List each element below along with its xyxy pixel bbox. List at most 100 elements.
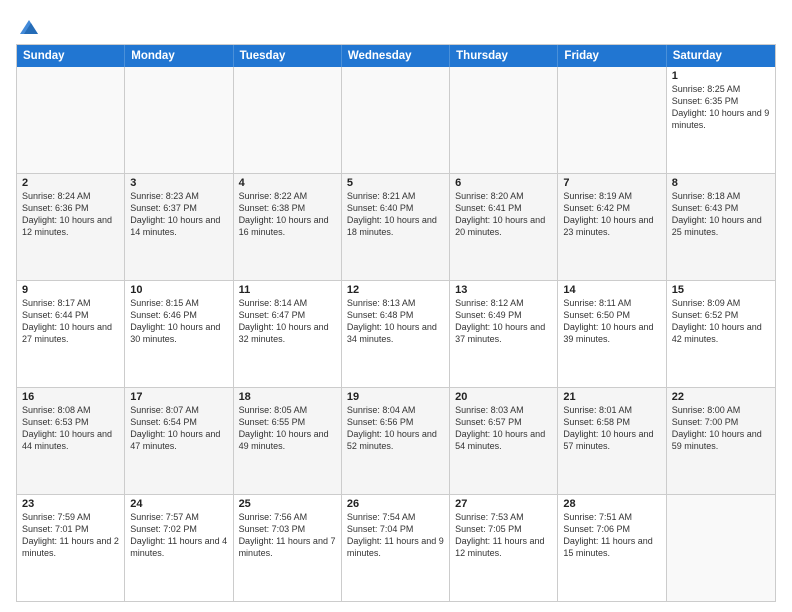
cal-cell-3-5: 21Sunrise: 8:01 AM Sunset: 6:58 PM Dayli…	[558, 388, 666, 494]
day-number: 24	[130, 498, 227, 510]
logo	[16, 16, 40, 38]
day-number: 2	[22, 177, 119, 189]
cell-info: Sunrise: 8:08 AM Sunset: 6:53 PM Dayligh…	[22, 404, 119, 453]
cell-info: Sunrise: 8:20 AM Sunset: 6:41 PM Dayligh…	[455, 190, 552, 239]
cal-cell-3-6: 22Sunrise: 8:00 AM Sunset: 7:00 PM Dayli…	[667, 388, 775, 494]
calendar-row-1: 2Sunrise: 8:24 AM Sunset: 6:36 PM Daylig…	[17, 173, 775, 280]
cal-cell-1-5: 7Sunrise: 8:19 AM Sunset: 6:42 PM Daylig…	[558, 174, 666, 280]
cell-info: Sunrise: 7:54 AM Sunset: 7:04 PM Dayligh…	[347, 511, 444, 560]
cal-cell-3-0: 16Sunrise: 8:08 AM Sunset: 6:53 PM Dayli…	[17, 388, 125, 494]
cell-info: Sunrise: 8:01 AM Sunset: 6:58 PM Dayligh…	[563, 404, 660, 453]
cal-cell-0-2	[234, 67, 342, 173]
cell-info: Sunrise: 8:12 AM Sunset: 6:49 PM Dayligh…	[455, 297, 552, 346]
day-number: 9	[22, 284, 119, 296]
day-number: 16	[22, 391, 119, 403]
cell-info: Sunrise: 8:18 AM Sunset: 6:43 PM Dayligh…	[672, 190, 770, 239]
cell-info: Sunrise: 8:21 AM Sunset: 6:40 PM Dayligh…	[347, 190, 444, 239]
cell-info: Sunrise: 8:09 AM Sunset: 6:52 PM Dayligh…	[672, 297, 770, 346]
cal-cell-2-4: 13Sunrise: 8:12 AM Sunset: 6:49 PM Dayli…	[450, 281, 558, 387]
day-number: 21	[563, 391, 660, 403]
cell-info: Sunrise: 7:51 AM Sunset: 7:06 PM Dayligh…	[563, 511, 660, 560]
cell-info: Sunrise: 8:14 AM Sunset: 6:47 PM Dayligh…	[239, 297, 336, 346]
cal-cell-3-1: 17Sunrise: 8:07 AM Sunset: 6:54 PM Dayli…	[125, 388, 233, 494]
cell-info: Sunrise: 8:19 AM Sunset: 6:42 PM Dayligh…	[563, 190, 660, 239]
cell-info: Sunrise: 8:04 AM Sunset: 6:56 PM Dayligh…	[347, 404, 444, 453]
cal-cell-2-0: 9Sunrise: 8:17 AM Sunset: 6:44 PM Daylig…	[17, 281, 125, 387]
cal-cell-4-3: 26Sunrise: 7:54 AM Sunset: 7:04 PM Dayli…	[342, 495, 450, 601]
cell-info: Sunrise: 8:17 AM Sunset: 6:44 PM Dayligh…	[22, 297, 119, 346]
day-number: 10	[130, 284, 227, 296]
cal-cell-0-6: 1Sunrise: 8:25 AM Sunset: 6:35 PM Daylig…	[667, 67, 775, 173]
cal-cell-4-4: 27Sunrise: 7:53 AM Sunset: 7:05 PM Dayli…	[450, 495, 558, 601]
cal-cell-4-5: 28Sunrise: 7:51 AM Sunset: 7:06 PM Dayli…	[558, 495, 666, 601]
day-number: 22	[672, 391, 770, 403]
cell-info: Sunrise: 8:23 AM Sunset: 6:37 PM Dayligh…	[130, 190, 227, 239]
cell-info: Sunrise: 7:59 AM Sunset: 7:01 PM Dayligh…	[22, 511, 119, 560]
day-number: 27	[455, 498, 552, 510]
day-number: 7	[563, 177, 660, 189]
cell-info: Sunrise: 8:03 AM Sunset: 6:57 PM Dayligh…	[455, 404, 552, 453]
cal-cell-3-2: 18Sunrise: 8:05 AM Sunset: 6:55 PM Dayli…	[234, 388, 342, 494]
header-day-friday: Friday	[558, 45, 666, 67]
cell-info: Sunrise: 8:13 AM Sunset: 6:48 PM Dayligh…	[347, 297, 444, 346]
day-number: 25	[239, 498, 336, 510]
day-number: 13	[455, 284, 552, 296]
header	[16, 12, 776, 38]
day-number: 18	[239, 391, 336, 403]
cal-cell-1-6: 8Sunrise: 8:18 AM Sunset: 6:43 PM Daylig…	[667, 174, 775, 280]
cal-cell-1-3: 5Sunrise: 8:21 AM Sunset: 6:40 PM Daylig…	[342, 174, 450, 280]
day-number: 20	[455, 391, 552, 403]
cal-cell-2-1: 10Sunrise: 8:15 AM Sunset: 6:46 PM Dayli…	[125, 281, 233, 387]
cell-info: Sunrise: 8:15 AM Sunset: 6:46 PM Dayligh…	[130, 297, 227, 346]
cell-info: Sunrise: 8:25 AM Sunset: 6:35 PM Dayligh…	[672, 83, 770, 132]
day-number: 23	[22, 498, 119, 510]
day-number: 14	[563, 284, 660, 296]
cal-cell-0-3	[342, 67, 450, 173]
header-day-thursday: Thursday	[450, 45, 558, 67]
cal-cell-0-5	[558, 67, 666, 173]
header-day-wednesday: Wednesday	[342, 45, 450, 67]
cal-cell-4-2: 25Sunrise: 7:56 AM Sunset: 7:03 PM Dayli…	[234, 495, 342, 601]
day-number: 28	[563, 498, 660, 510]
cal-cell-0-4	[450, 67, 558, 173]
calendar: SundayMondayTuesdayWednesdayThursdayFrid…	[16, 44, 776, 602]
cell-info: Sunrise: 7:56 AM Sunset: 7:03 PM Dayligh…	[239, 511, 336, 560]
cal-cell-2-3: 12Sunrise: 8:13 AM Sunset: 6:48 PM Dayli…	[342, 281, 450, 387]
cal-cell-4-1: 24Sunrise: 7:57 AM Sunset: 7:02 PM Dayli…	[125, 495, 233, 601]
cal-cell-1-0: 2Sunrise: 8:24 AM Sunset: 6:36 PM Daylig…	[17, 174, 125, 280]
logo-icon	[18, 16, 40, 38]
cal-cell-0-1	[125, 67, 233, 173]
day-number: 5	[347, 177, 444, 189]
calendar-header: SundayMondayTuesdayWednesdayThursdayFrid…	[17, 45, 775, 67]
cal-cell-4-0: 23Sunrise: 7:59 AM Sunset: 7:01 PM Dayli…	[17, 495, 125, 601]
calendar-body: 1Sunrise: 8:25 AM Sunset: 6:35 PM Daylig…	[17, 67, 775, 601]
header-day-monday: Monday	[125, 45, 233, 67]
cal-cell-3-4: 20Sunrise: 8:03 AM Sunset: 6:57 PM Dayli…	[450, 388, 558, 494]
cell-info: Sunrise: 8:05 AM Sunset: 6:55 PM Dayligh…	[239, 404, 336, 453]
day-number: 11	[239, 284, 336, 296]
cell-info: Sunrise: 8:11 AM Sunset: 6:50 PM Dayligh…	[563, 297, 660, 346]
day-number: 17	[130, 391, 227, 403]
cal-cell-1-1: 3Sunrise: 8:23 AM Sunset: 6:37 PM Daylig…	[125, 174, 233, 280]
cell-info: Sunrise: 7:53 AM Sunset: 7:05 PM Dayligh…	[455, 511, 552, 560]
day-number: 4	[239, 177, 336, 189]
cal-cell-1-2: 4Sunrise: 8:22 AM Sunset: 6:38 PM Daylig…	[234, 174, 342, 280]
cal-cell-1-4: 6Sunrise: 8:20 AM Sunset: 6:41 PM Daylig…	[450, 174, 558, 280]
day-number: 12	[347, 284, 444, 296]
day-number: 8	[672, 177, 770, 189]
calendar-row-2: 9Sunrise: 8:17 AM Sunset: 6:44 PM Daylig…	[17, 280, 775, 387]
cal-cell-2-6: 15Sunrise: 8:09 AM Sunset: 6:52 PM Dayli…	[667, 281, 775, 387]
header-day-tuesday: Tuesday	[234, 45, 342, 67]
calendar-row-4: 23Sunrise: 7:59 AM Sunset: 7:01 PM Dayli…	[17, 494, 775, 601]
calendar-row-3: 16Sunrise: 8:08 AM Sunset: 6:53 PM Dayli…	[17, 387, 775, 494]
cell-info: Sunrise: 8:07 AM Sunset: 6:54 PM Dayligh…	[130, 404, 227, 453]
day-number: 26	[347, 498, 444, 510]
page: SundayMondayTuesdayWednesdayThursdayFrid…	[0, 0, 792, 612]
cal-cell-2-2: 11Sunrise: 8:14 AM Sunset: 6:47 PM Dayli…	[234, 281, 342, 387]
calendar-row-0: 1Sunrise: 8:25 AM Sunset: 6:35 PM Daylig…	[17, 67, 775, 173]
cell-info: Sunrise: 8:24 AM Sunset: 6:36 PM Dayligh…	[22, 190, 119, 239]
day-number: 15	[672, 284, 770, 296]
cal-cell-3-3: 19Sunrise: 8:04 AM Sunset: 6:56 PM Dayli…	[342, 388, 450, 494]
header-day-saturday: Saturday	[667, 45, 775, 67]
day-number: 6	[455, 177, 552, 189]
